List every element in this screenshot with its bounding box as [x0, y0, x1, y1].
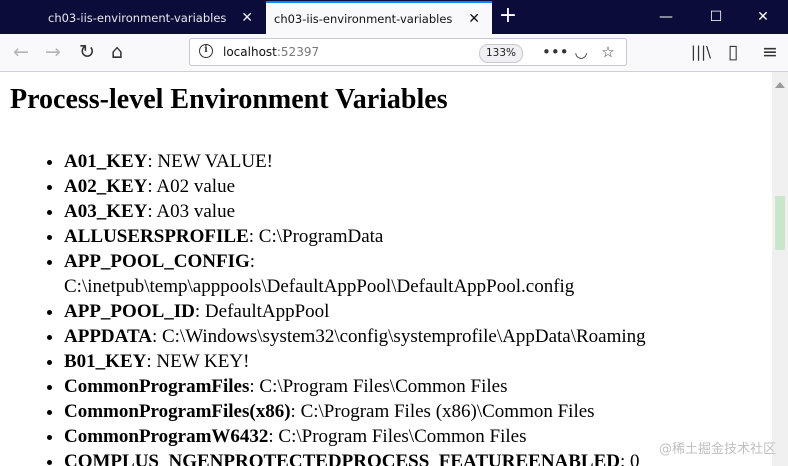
env-variable-key: APP_POOL_ID: [64, 301, 195, 322]
reload-button[interactable]: ↻: [74, 39, 100, 65]
env-variable-key: A03_KEY: [64, 201, 148, 222]
env-variable-value: : A03 value: [147, 201, 236, 222]
tab-active[interactable]: ch03-iis-environment-variables ✕: [266, 1, 492, 34]
zoom-level-badge[interactable]: 133%: [479, 44, 524, 63]
vertical-scrollbar[interactable]: [772, 72, 788, 466]
tab-inactive[interactable]: ch03-iis-environment-variables ✕: [0, 1, 265, 34]
pocket-icon[interactable]: ◡: [571, 42, 591, 62]
page-actions-icon[interactable]: •••: [542, 42, 569, 62]
env-variable-item: A03_KEY: A03 value: [64, 199, 764, 224]
url-port: :52397: [276, 45, 320, 59]
env-variable-key: ALLUSERSPROFILE: [64, 226, 249, 247]
library-icon[interactable]: |||\: [688, 39, 714, 65]
env-variable-value: : A02 value: [147, 176, 236, 197]
env-variable-item: CommonProgramFiles(x86): C:\Program File…: [64, 399, 764, 424]
env-variable-key: APPDATA: [64, 326, 152, 347]
close-tab-icon[interactable]: ✕: [241, 10, 253, 26]
env-variable-key: APP_POOL_CONFIG: [64, 251, 250, 272]
env-variable-value: : C:\Program Files\Common Files: [268, 426, 527, 447]
site-info-icon[interactable]: i: [199, 44, 213, 58]
home-button[interactable]: ⌂: [104, 39, 130, 65]
env-variable-item: APPDATA: C:\Windows\system32\config\syst…: [64, 324, 764, 349]
env-variable-key: CommonProgramW6432: [64, 426, 269, 447]
env-variable-value: : C:\ProgramData: [248, 226, 384, 247]
address-bar[interactable]: i localhost:52397 133% ••• ◡ ☆: [189, 38, 627, 66]
minimize-button[interactable]: —: [641, 0, 691, 34]
env-variable-value: : NEW KEY!: [146, 351, 250, 372]
env-variable-value: : NEW VALUE!: [147, 151, 274, 172]
env-variable-item: B01_KEY: NEW KEY!: [64, 349, 764, 374]
env-variable-item: A01_KEY: NEW VALUE!: [64, 149, 764, 174]
env-variable-value: : C:\Windows\system32\config\systemprofi…: [151, 326, 646, 347]
env-variable-value: : C:\Program Files\Common Files: [249, 376, 508, 397]
close-window-button[interactable]: ✕: [738, 0, 788, 34]
env-variable-key: A02_KEY: [64, 176, 148, 197]
env-variable-list: A01_KEY: NEW VALUE!A02_KEY: A02 valueA03…: [0, 149, 764, 466]
url-host: localhost: [223, 45, 277, 59]
forward-button[interactable]: →: [40, 39, 66, 65]
env-variable-key: B01_KEY: [64, 351, 147, 372]
env-variable-item: A02_KEY: A02 value: [64, 174, 764, 199]
page-content: Process-level Environment Variables A01_…: [0, 72, 772, 466]
scroll-thumb[interactable]: [775, 196, 785, 250]
env-variable-value: : C:\Program Files (x86)\Common Files: [290, 401, 595, 422]
menu-icon[interactable]: ≡: [757, 39, 783, 65]
tab-title: ch03-iis-environment-variables: [48, 10, 227, 25]
new-tab-button[interactable]: +: [497, 4, 519, 28]
env-variable-key: CommonProgramFiles: [64, 376, 250, 397]
env-variable-item: APP_POOL_ID: DefaultAppPool: [64, 299, 764, 324]
env-variable-item: APP_POOL_CONFIG: C:\inetpub\temp\apppool…: [64, 249, 764, 299]
env-variable-item: ALLUSERSPROFILE: C:\ProgramData: [64, 224, 764, 249]
scroll-up-arrow-icon[interactable]: [775, 82, 785, 88]
env-variable-item: CommonProgramFiles: C:\Program Files\Com…: [64, 374, 764, 399]
bookmark-star-icon[interactable]: ☆: [598, 42, 618, 62]
page-title: Process-level Environment Variables: [10, 84, 448, 115]
env-variable-value: : 0: [620, 451, 640, 466]
env-variable-key: COMPLUS_NGENPROTECTEDPROCESS_FEATUREENAB…: [64, 451, 621, 466]
url-text[interactable]: localhost:52397: [223, 45, 319, 59]
watermark: @稀土掘金技术社区: [658, 442, 776, 457]
sidebar-icon[interactable]: ▯: [720, 39, 746, 65]
window-titlebar: ch03-iis-environment-variables ✕ ch03-ii…: [0, 0, 788, 34]
env-variable-key: CommonProgramFiles(x86): [64, 401, 291, 422]
navigation-toolbar: ← → ↻ ⌂ i localhost:52397 133% ••• ◡ ☆ |…: [0, 34, 788, 72]
maximize-button[interactable]: ☐: [691, 0, 741, 34]
env-variable-value: : DefaultAppPool: [194, 301, 330, 322]
tab-title: ch03-iis-environment-variables: [274, 11, 453, 26]
env-variable-key: A01_KEY: [64, 151, 148, 172]
back-button[interactable]: ←: [8, 39, 34, 65]
close-tab-icon[interactable]: ✕: [468, 11, 480, 27]
